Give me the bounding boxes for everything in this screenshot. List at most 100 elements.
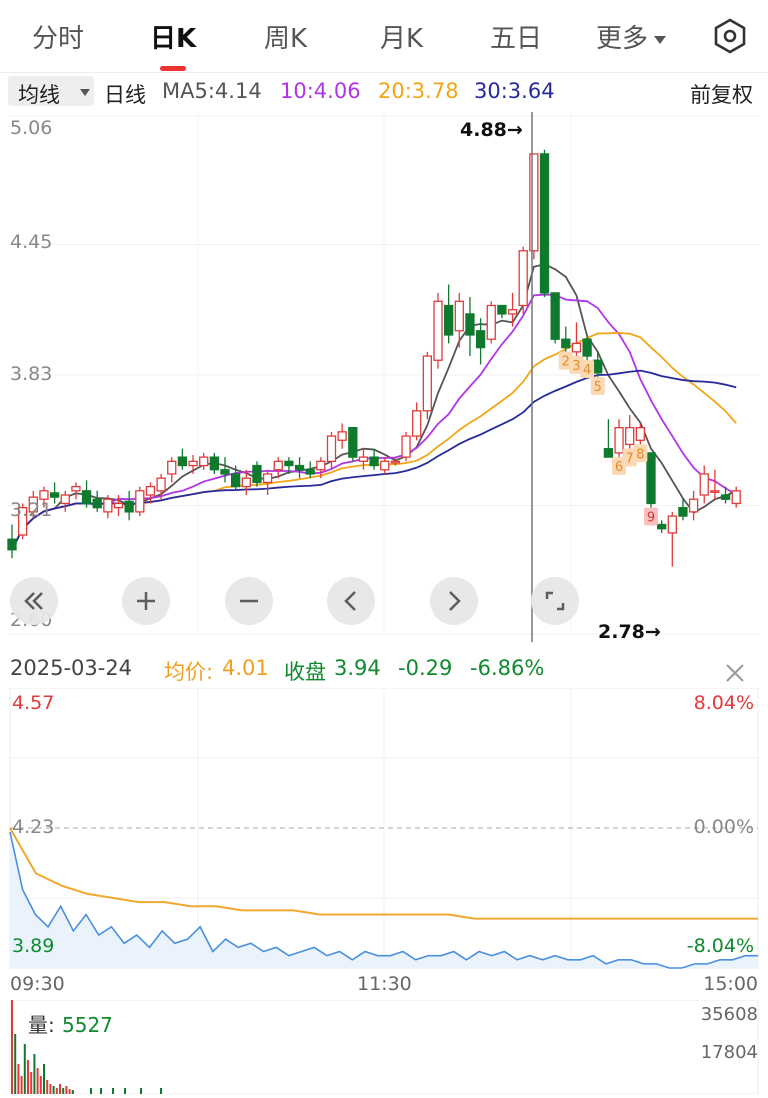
candle-body — [529, 153, 539, 252]
candle-body — [92, 498, 102, 509]
ma10-value: 10:4.06 — [280, 79, 361, 103]
td-seq-label: 8 — [636, 447, 644, 462]
next-button[interactable] — [430, 577, 478, 625]
close-icon[interactable] — [722, 660, 748, 686]
tab-monthly-k[interactable]: 月K — [380, 18, 423, 55]
td-seq-label: 2 — [562, 355, 570, 370]
candle-body — [433, 300, 443, 361]
volume-value: 5527 — [62, 1013, 113, 1037]
candle-body — [124, 500, 134, 513]
tab-intraday[interactable]: 分时 — [32, 18, 84, 55]
price-mid-label: 4.23 — [12, 816, 54, 838]
volume-bar — [17, 1064, 20, 1094]
candle-body — [475, 330, 486, 349]
candle-body — [582, 338, 592, 357]
time-start: 09:30 — [10, 973, 65, 995]
ma5-value: MA5:4.14 — [162, 79, 262, 103]
candle-body — [337, 431, 347, 441]
zoom-in-button[interactable] — [122, 577, 170, 625]
candle-body — [657, 523, 667, 530]
zoom-in-icon — [137, 592, 155, 610]
volume-top-label: 35608 — [701, 1004, 758, 1025]
volume-bar — [112, 1088, 114, 1094]
td-seq-label: 7 — [626, 451, 634, 466]
ma-type-dropdown[interactable]: 均线 — [8, 76, 94, 107]
volume-bar — [59, 1084, 61, 1094]
volume-bar — [39, 1076, 42, 1094]
td-seq-label: 9 — [647, 510, 655, 525]
candle-body — [252, 464, 262, 484]
intraday-svg: 4.57 4.23 3.89 8.04% 0.00% -8.04% 09:30 … — [9, 687, 759, 995]
tab-five-day[interactable]: 五日 — [490, 18, 542, 55]
high-marker: 4.88→ — [460, 119, 523, 141]
candle-body — [454, 300, 464, 332]
low-marker: 2.78→ — [598, 621, 661, 642]
candle-body — [60, 494, 70, 505]
pct-low-label: -8.04% — [687, 935, 754, 957]
volume-bar — [14, 1034, 17, 1094]
candle-body — [603, 448, 614, 458]
tab-weekly-k[interactable]: 周K — [264, 18, 307, 55]
candle-body — [369, 456, 379, 467]
candle-body — [593, 359, 603, 374]
candle-body — [135, 490, 145, 513]
volume-bar — [33, 1054, 36, 1094]
candle-body — [348, 426, 358, 458]
candle-body — [497, 304, 507, 315]
adjust-mode-button[interactable]: 前复权 — [690, 79, 753, 109]
avg-value: 4.01 — [222, 656, 269, 680]
candle-body — [294, 464, 305, 471]
price-high-label: 4.57 — [12, 692, 54, 714]
candle-body — [39, 490, 49, 500]
volume-label: 量: — [28, 1013, 55, 1037]
candle-body — [731, 490, 741, 505]
ma-legend-bar: 均线 日线 MA5:4.14 10:4.06 20:3.78 30:3.64 前… — [0, 74, 768, 110]
candle-body — [625, 426, 635, 446]
candle-body — [518, 250, 528, 307]
candle-body — [710, 490, 720, 493]
candle-body — [167, 460, 177, 475]
volume-bar — [100, 1088, 102, 1094]
volume-bar — [11, 1000, 13, 1094]
intraday-chart[interactable]: 4.57 4.23 3.89 8.04% 0.00% -8.04% 09:30 … — [0, 687, 768, 998]
candle-body — [145, 485, 156, 496]
candle-body — [49, 492, 60, 498]
volume-bar — [36, 1068, 39, 1094]
volume-bar — [27, 1060, 29, 1094]
tab-daily-k[interactable]: 日K — [150, 18, 196, 55]
price-low-label: 3.89 — [12, 935, 54, 957]
candle-body — [156, 477, 166, 492]
volume-bar — [124, 1088, 126, 1094]
settings-hexagon-icon[interactable] — [710, 16, 750, 56]
candle-body — [7, 538, 17, 551]
candle-body — [380, 460, 390, 471]
volume-frame — [9, 999, 759, 1095]
candle-body — [103, 498, 113, 513]
volume-mid-label: 17804 — [701, 1042, 758, 1063]
volume-chart[interactable]: 量: 5527 35608 17804 — [0, 999, 768, 1095]
volume-bar — [55, 1088, 58, 1094]
candle-body — [561, 338, 571, 349]
rewind-button[interactable] — [10, 577, 58, 625]
zoom-out-button[interactable] — [225, 577, 273, 625]
volume-bar — [46, 1080, 49, 1094]
candle-body — [422, 355, 433, 412]
intraday-info-row: 2025-03-24 均价: 4.01 收盘 3.94 -0.29 -6.86% — [0, 652, 768, 686]
fullscreen-button[interactable] — [531, 577, 579, 625]
candle-body — [358, 456, 369, 462]
tab-more[interactable]: 更多 — [596, 18, 667, 55]
candle-body — [230, 473, 241, 488]
zoom-out-icon — [240, 599, 258, 603]
kline-chart[interactable]: 2345 678 9 4.88→ 2.78→ 5.06 4.45 3.83 3.21… — [0, 112, 768, 643]
chevron-down-icon — [80, 89, 90, 96]
td-seq-label: 6 — [615, 460, 623, 475]
pct-high-label: 8.04% — [694, 692, 754, 714]
candle-body — [326, 435, 337, 462]
close-label: 收盘 — [284, 660, 326, 684]
fullscreen-icon — [545, 591, 565, 611]
candle-body — [273, 460, 283, 471]
td-seq-label: 5 — [594, 380, 602, 395]
prev-button[interactable] — [327, 577, 375, 625]
candle-body — [635, 426, 645, 441]
volume-bar — [30, 1072, 33, 1094]
